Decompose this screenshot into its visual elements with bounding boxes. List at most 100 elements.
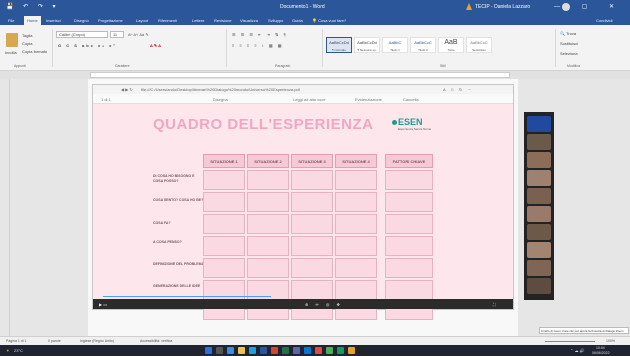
participant-tile[interactable] [527,116,551,132]
table-cell [247,170,289,190]
tray-icons[interactable]: ⌃ ☁ 🔊 [570,348,585,353]
quick-access-toolbar[interactable]: 💾 ↶ ↷ ▾ [6,3,60,10]
taskview-icon[interactable] [227,347,234,354]
zoom-level[interactable]: 100% [606,339,615,343]
excel-icon[interactable] [282,347,289,354]
taskbar: ☀ 23°C ⌃ ☁ 🔊 10:04 06/06/2022 [0,345,630,356]
font-size-value: 11 [113,32,118,37]
select-button[interactable]: Seleziona [560,51,578,56]
accessibility-status[interactable]: Accessibilità: verifica [140,339,172,343]
pdf-draw[interactable]: Disegna [213,97,228,102]
group-label-styles: Stili [440,64,446,68]
participant-tile[interactable] [527,152,551,168]
style-name: Sottotitolo [472,48,486,52]
tab-review[interactable]: Revisione [214,18,232,23]
style-sample: AaBbC [388,40,402,45]
table-header: FATTORI CHIAVE [385,154,433,168]
app-icon[interactable] [337,347,344,354]
tab-home[interactable]: Home [24,16,41,25]
page-counter[interactable]: 1 di 1 [101,97,111,102]
row-label: GENERAZIONE DELLE IDEE [153,284,201,288]
app-icon[interactable] [315,347,322,354]
word-icon[interactable] [260,347,267,354]
pdf-highlight[interactable]: Evidenziazione [355,97,382,102]
font-size-buttons[interactable]: A^ A˅ Aa ✎ [128,32,149,37]
tab-draw[interactable]: Disegno [74,18,89,23]
explorer-icon[interactable] [238,347,245,354]
style-no-spacing[interactable]: AaBbCcDd ¶ Nessuna sp. [354,37,380,53]
style-subtitle[interactable]: AaBbCcC Sottotitolo [466,37,492,53]
font-name-box[interactable]: Calibri (Corpo) [56,31,108,38]
participant-tile[interactable] [527,188,551,204]
copy-button[interactable]: Copia [22,41,32,46]
tab-references[interactable]: Riferimenti [158,18,177,23]
paste-icon[interactable] [6,33,18,47]
tab-insert[interactable]: Inserisci [46,18,61,23]
tab-layout[interactable]: Layout [136,18,148,23]
start-icon[interactable] [205,347,212,354]
participant-tile[interactable] [527,278,551,294]
table-cell [385,214,433,234]
paste-button[interactable]: Incolla [5,50,17,55]
font-color-buttons[interactable]: A ✎ A [150,43,161,48]
edge-icon[interactable] [249,347,256,354]
style-normal[interactable]: AaBbCcDd ¶ Normale [326,37,352,53]
format-painter-button[interactable]: Copia formato [22,49,47,54]
chrome-icon[interactable] [326,347,333,354]
clock-time[interactable]: 10:04 [596,346,605,350]
style-heading1[interactable]: AaBbC Titolo 1 [382,37,408,53]
style-title[interactable]: AaB Titolo [438,37,464,53]
participant-tile[interactable] [527,206,551,222]
paragraph-buttons-row1[interactable]: ☰ ☰ ☰ ⇤ ⇥ ⇅ ¶ [232,32,288,37]
style-name: Titolo 2 [418,48,428,52]
find-button[interactable]: 🔍 Trova [560,31,576,36]
cut-button[interactable]: Taglia [22,33,32,38]
back-forward-icons[interactable]: ◀ ▶ ↻ [121,87,133,92]
format-buttons[interactable]: G C S abc x₂ x² [58,43,117,48]
participant-tile[interactable] [527,170,551,186]
ribbon-divider [322,29,323,67]
style-heading2[interactable]: AaBbCcC Titolo 2 [410,37,436,53]
page-status[interactable]: Pagina 1 di 1 [6,339,26,343]
weather-temp[interactable]: 23°C [14,348,23,353]
pdf-read-aloud[interactable]: Leggi ad alta voce [293,97,325,102]
participant-tile[interactable] [527,224,551,240]
clock-date[interactable]: 06/06/2022 [592,351,610,355]
word-count[interactable]: 0 parole [48,339,61,343]
browser-tab-icons[interactable]: A ✩ ↻ ⋯ [443,87,473,92]
window-controls[interactable]: — ▢ ✕ [554,3,624,10]
url-field[interactable]: file:///C:/Users/ando/Desktop/Itinerari%… [141,87,441,92]
tab-help[interactable]: Guida [292,18,303,23]
ruler-bar [90,72,510,78]
tab-view[interactable]: Visualizza [240,18,258,23]
row-label: COSA FA? [153,221,171,225]
app-icon[interactable] [348,347,355,354]
pdf-erase[interactable]: Cancella [403,97,419,102]
language-status[interactable]: Inglese (Regno Unito) [80,339,114,343]
tab-mailings[interactable]: Lettere [192,18,204,23]
progress-bar[interactable] [103,296,271,297]
share-button[interactable]: Condividi [596,18,612,23]
zoom-slider[interactable] [545,341,595,342]
tab-developer[interactable]: Sviluppo [268,18,283,23]
user-name[interactable]: TECIP - Daniela Lazzaro [475,4,530,10]
style-name: Titolo 1 [390,48,400,52]
powerpoint-icon[interactable] [271,347,278,354]
teams-icon[interactable] [293,347,300,354]
paragraph-buttons-row2[interactable]: ≡ ≡ ≡ ≡ ↕ ▦ ▦ [232,43,284,48]
participant-tile[interactable] [527,260,551,276]
participant-tile[interactable] [527,134,551,150]
search-icon[interactable] [216,347,223,354]
group-label-clipboard: Appunti [14,64,26,68]
tab-design[interactable]: Progettazione [98,18,123,23]
replace-button[interactable]: Sostituisci [560,41,578,46]
outlook-icon[interactable] [304,347,311,354]
font-size-box[interactable]: 11 [110,31,124,38]
tab-file[interactable]: File [8,18,14,23]
tell-me-search[interactable]: 💡 Cosa vuoi fare? [312,18,346,23]
participant-tile[interactable] [527,242,551,258]
play-icon[interactable]: ▶ ▭ [99,302,107,307]
table-cell [385,192,433,212]
center-controls[interactable]: ⊕ ✏ ◎ ✥ [305,302,343,307]
fullscreen-icon[interactable]: ⛶ [493,302,496,307]
